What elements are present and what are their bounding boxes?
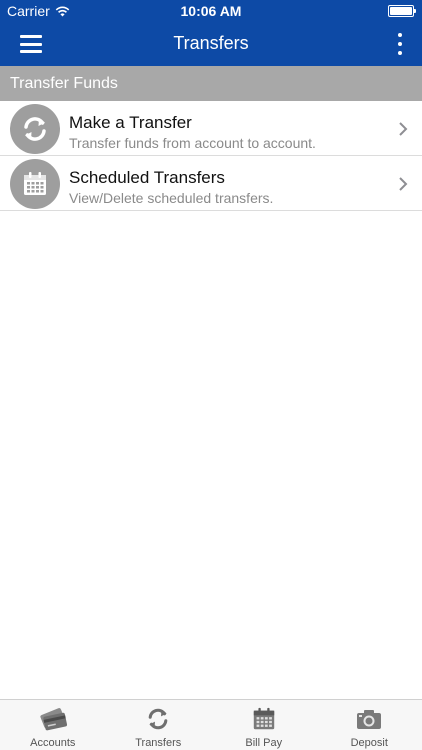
battery-icon (388, 5, 416, 17)
scheduled-transfers-subtitle: View/Delete scheduled transfers. (69, 190, 274, 206)
chevron-right-icon (399, 177, 408, 191)
more-options-icon[interactable] (390, 33, 410, 55)
section-header: Transfer Funds (0, 66, 422, 101)
make-transfer-item[interactable]: Make a Transfer Transfer funds from acco… (0, 101, 422, 156)
tab-transfers[interactable]: Transfers (106, 700, 212, 750)
page-title: Transfers (173, 33, 249, 53)
transfer-arrows-icon (142, 705, 174, 733)
tab-accounts[interactable]: Accounts (0, 700, 106, 750)
tab-bill-pay-label: Bill Pay (245, 737, 283, 749)
nav-bar: Transfers (0, 22, 422, 66)
transfer-options-list: Make a Transfer Transfer funds from acco… (0, 101, 422, 211)
tab-accounts-label: Accounts (30, 737, 76, 749)
tab-deposit-label: Deposit (350, 737, 388, 749)
tab-bill-pay[interactable]: Bill Pay (211, 700, 317, 750)
tab-deposit[interactable]: Deposit (317, 700, 422, 750)
tab-bar: Accounts Transfers Bill Pay Deposit (0, 699, 422, 750)
make-transfer-title: Make a Transfer (69, 113, 192, 132)
transfer-arrows-icon (10, 104, 60, 154)
tab-transfers-label: Transfers (135, 737, 182, 749)
camera-icon (353, 705, 385, 733)
status-time: 10:06 AM (180, 3, 242, 19)
make-transfer-subtitle: Transfer funds from account to account. (69, 135, 316, 151)
scheduled-transfers-title: Scheduled Transfers (69, 168, 225, 187)
calendar-icon (248, 705, 280, 733)
scheduled-transfers-item[interactable]: Scheduled Transfers View/Delete schedule… (0, 156, 422, 211)
calendar-icon (10, 159, 60, 209)
accounts-cards-icon (37, 705, 69, 733)
chevron-right-icon (399, 122, 408, 136)
status-bar: Carrier 10:06 AM (0, 0, 422, 22)
